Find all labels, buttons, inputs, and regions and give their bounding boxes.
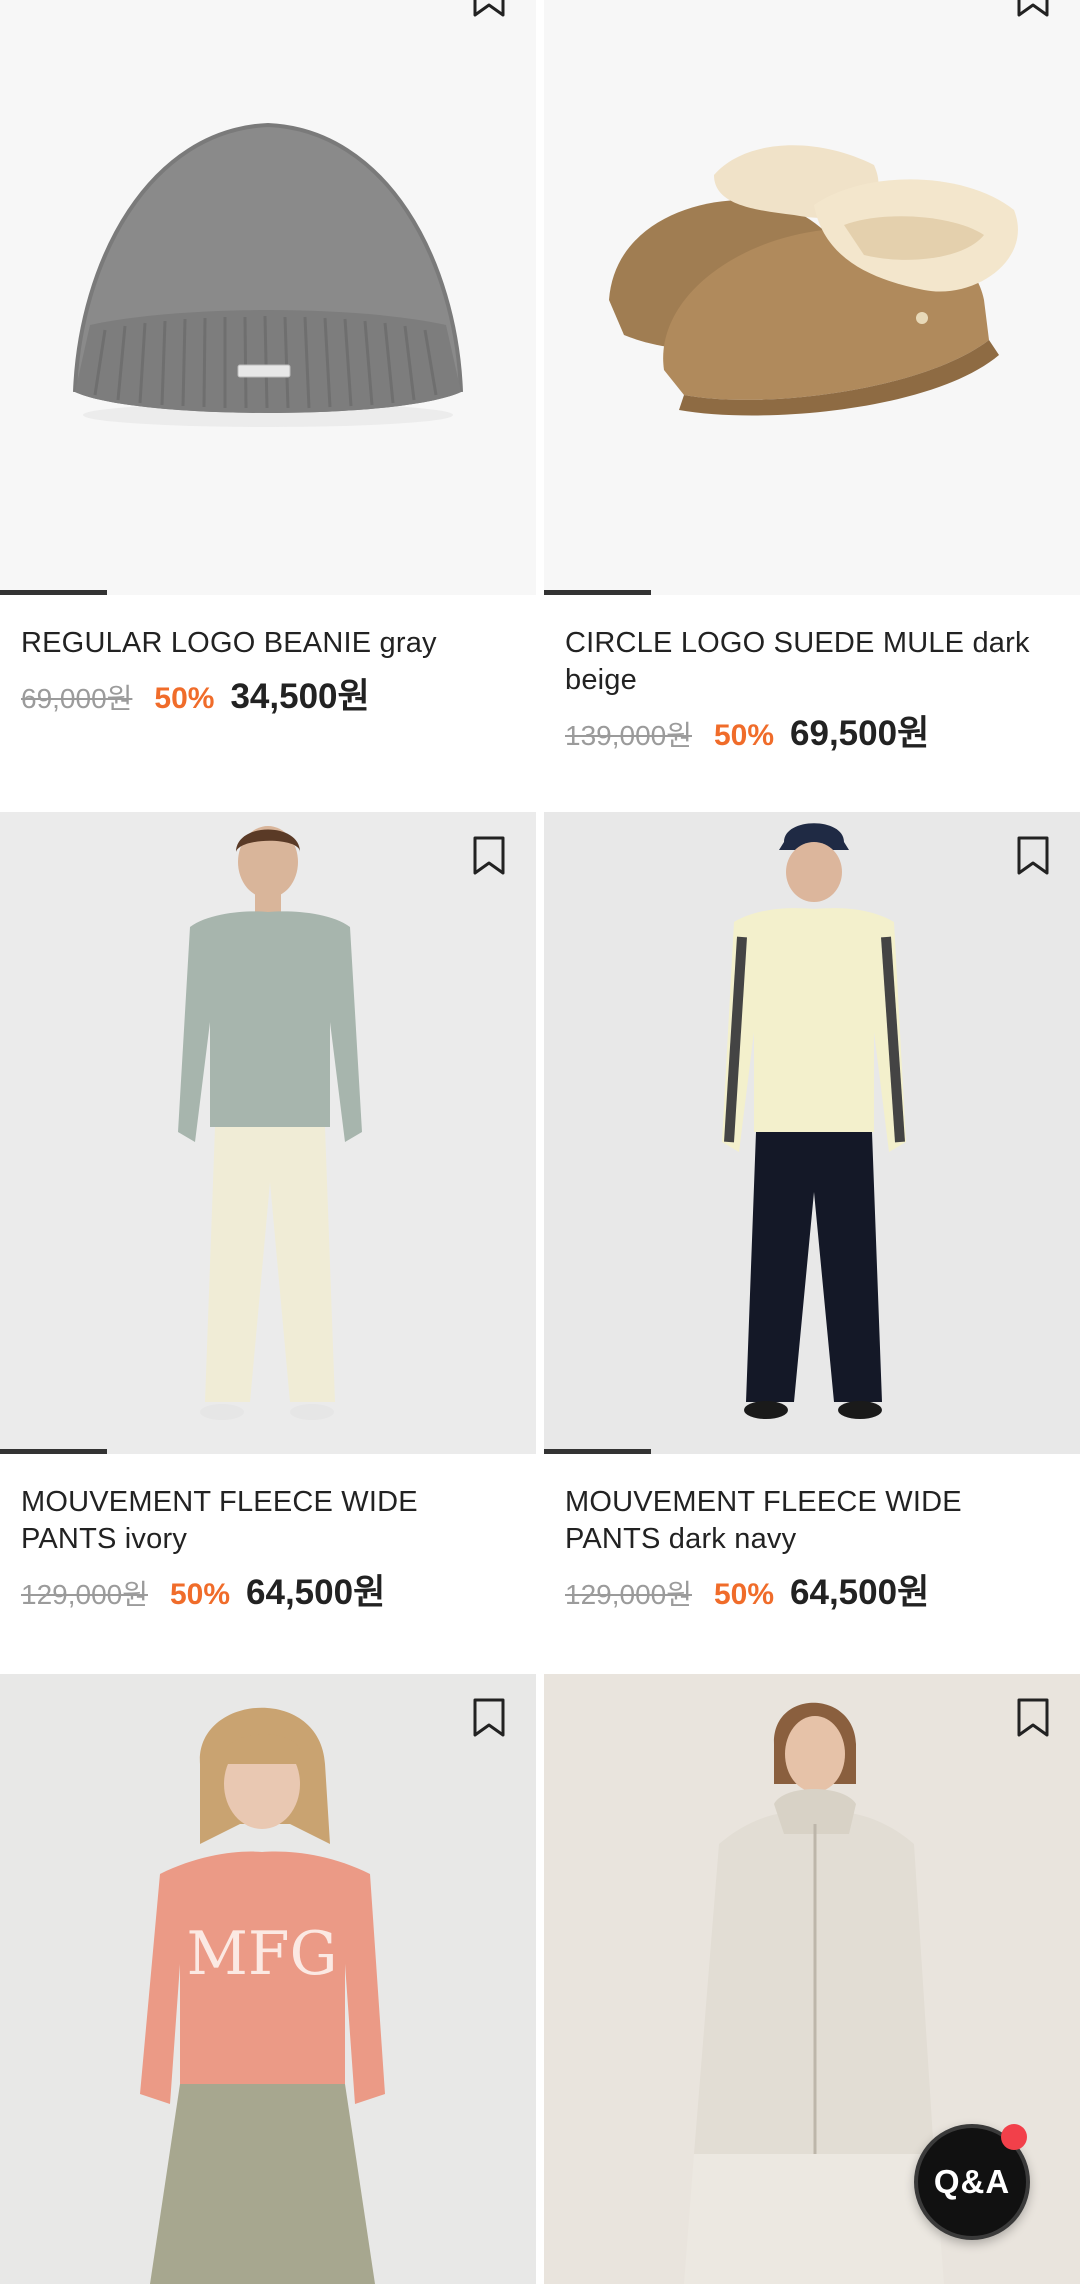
bookmark-icon[interactable] <box>472 1698 506 1738</box>
discount-rate: 50% <box>713 719 775 752</box>
sale-price: 34,500원 <box>230 677 370 716</box>
price-row: 129,000원 50% 64,500원 <box>565 1564 1060 1615</box>
model-photo-ivory-pants <box>0 812 536 1454</box>
sale-price: 64,500원 <box>246 1573 386 1612</box>
product-name[interactable]: REGULAR LOGO BEANIE gray <box>21 625 516 662</box>
product-card[interactable]: MOUVEMENT FLEECE WIDE PANTS dark navy 12… <box>544 812 1080 1615</box>
original-price: 129,000원 <box>21 1579 148 1610</box>
product-card[interactable]: MFG <box>0 1674 536 2284</box>
image-progress-bar <box>544 590 652 595</box>
image-progress-bar <box>544 1449 652 1454</box>
notification-dot <box>1001 2124 1027 2150</box>
product-image[interactable] <box>0 0 536 595</box>
product-card[interactable]: CIRCLE LOGO SUEDE MULE dark beige 139,00… <box>544 0 1080 756</box>
beanie-image <box>73 122 463 427</box>
sale-price: 69,500원 <box>790 714 930 753</box>
svg-text:MFG: MFG <box>187 1919 338 1989</box>
bookmark-icon[interactable] <box>1016 0 1050 18</box>
product-name[interactable]: MOUVEMENT FLEECE WIDE PANTS ivory <box>21 1484 516 1558</box>
product-image[interactable]: MFG <box>0 1674 536 2284</box>
original-price: 139,000원 <box>565 720 692 751</box>
price-row: 69,000원 50% 34,500원 <box>21 668 516 719</box>
price-row: 139,000원 50% 69,500원 <box>565 705 1060 756</box>
discount-rate: 50% <box>713 1578 775 1611</box>
product-name[interactable]: CIRCLE LOGO SUEDE MULE dark beige <box>565 625 1060 699</box>
product-name[interactable]: MOUVEMENT FLEECE WIDE PANTS dark navy <box>565 1484 1060 1558</box>
product-card[interactable]: MOUVEMENT FLEECE WIDE PANTS ivory 129,00… <box>0 812 536 1615</box>
product-image[interactable] <box>0 812 536 1454</box>
product-image[interactable] <box>544 0 1080 595</box>
product-image[interactable] <box>544 812 1080 1454</box>
bookmark-icon[interactable] <box>1016 836 1050 876</box>
discount-rate: 50% <box>169 1578 231 1611</box>
bookmark-icon[interactable] <box>472 836 506 876</box>
qa-label: Q&A <box>933 2163 1011 2200</box>
mule-image <box>609 145 1018 416</box>
original-price: 69,000원 <box>21 683 133 714</box>
bookmark-icon[interactable] <box>1016 1698 1050 1738</box>
discount-rate: 50% <box>154 682 215 715</box>
model-photo-pink-sweater: MFG <box>0 1674 536 2284</box>
bookmark-icon[interactable] <box>472 0 506 18</box>
original-price: 129,000원 <box>565 1579 692 1610</box>
product-card[interactable]: REGULAR LOGO BEANIE gray 69,000원 50% 34,… <box>0 0 536 719</box>
model-photo-navy-pants <box>544 812 1080 1454</box>
image-progress-bar <box>0 1449 108 1454</box>
sale-price: 64,500원 <box>790 1573 930 1612</box>
price-row: 129,000원 50% 64,500원 <box>21 1564 516 1615</box>
image-progress-bar <box>0 590 108 595</box>
